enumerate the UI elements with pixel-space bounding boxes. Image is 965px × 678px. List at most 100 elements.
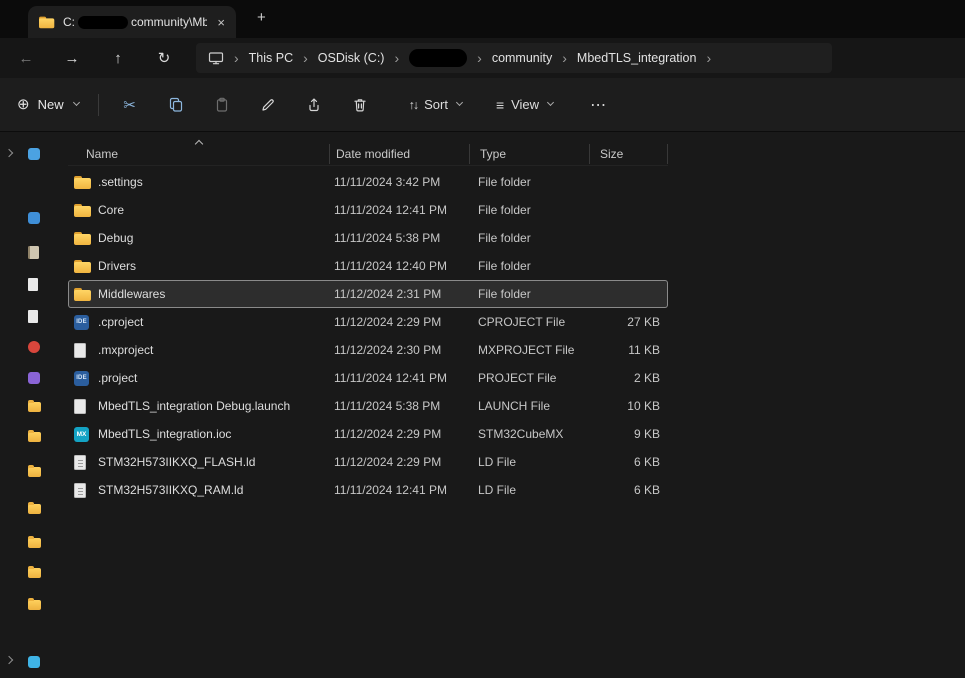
redacted-breadcrumb-segment [409,49,468,67]
column-header-size[interactable]: Size [590,144,668,164]
sort-arrows-icon: ↑↓ [408,97,419,112]
file-type: LD File [478,455,517,469]
view-list-icon: ≡ [495,96,505,113]
expand-chevron-icon[interactable] [4,148,14,158]
file-name: Drivers [98,259,136,273]
folder-icon [74,287,91,301]
app-icon-blue[interactable] [28,148,40,160]
back-button[interactable]: ← [8,42,44,74]
file-date-modified: 11/12/2024 2:31 PM [334,287,442,301]
chevron-right-icon: › [477,50,482,66]
chevron-right-icon: › [706,50,712,66]
new-tab-button[interactable]: + [257,9,266,26]
rename-button[interactable] [245,87,291,123]
file-type: File folder [478,175,531,189]
up-button[interactable]: ↑ [100,42,136,74]
folder-icon[interactable] [28,429,41,442]
file-row-selected[interactable]: Middlewares 11/12/2024 2:31 PM File fold… [68,280,668,308]
sort-button-label: Sort [424,97,448,112]
navigation-pane [0,133,48,678]
file-date-modified: 11/12/2024 2:29 PM [334,455,442,469]
tab-close-icon[interactable]: × [214,15,228,30]
file-name: Debug [98,231,134,245]
file-row[interactable]: .settings 11/11/2024 3:42 PM File folder [68,168,668,196]
ellipsis-icon: ⋯ [590,96,607,114]
file-row[interactable]: STM32H573IIKXQ_RAM.ld 11/11/2024 12:41 P… [68,476,668,504]
file-list-pane: Name Date modified Type Size .settings 1… [48,133,965,678]
file-name: STM32H573IIKXQ_RAM.ld [98,483,244,497]
address-bar[interactable]: › This PC › OSDisk (C:) › › community › … [196,43,832,73]
this-pc-icon [208,50,224,66]
sort-button[interactable]: ↑↓ Sort [397,87,474,123]
chevron-right-icon: › [303,50,308,66]
document-icon[interactable] [28,278,38,291]
notebook-icon[interactable] [28,246,39,259]
view-button[interactable]: ≡ View [484,87,565,123]
paste-button[interactable] [199,87,245,123]
chevron-down-icon [72,98,80,107]
explorer-tab[interactable]: C: community\MbedT × [28,6,236,38]
app-icon-red[interactable] [28,341,40,353]
file-date-modified: 11/11/2024 12:41 PM [334,203,447,217]
file-type: File folder [478,231,531,245]
file-row[interactable]: Core 11/11/2024 12:41 PM File folder [68,196,668,224]
folder-icon[interactable] [28,464,41,477]
file-name: .project [98,371,138,385]
folder-icon[interactable] [28,501,41,514]
breadcrumb-community[interactable]: community [492,51,552,65]
forward-button[interactable]: → [54,42,90,74]
chevron-right-icon: › [394,50,400,66]
file-row[interactable]: Drivers 11/11/2024 12:40 PM File folder [68,252,668,280]
computer-icon[interactable] [28,656,40,668]
file-date-modified: 11/11/2024 5:38 PM [334,399,441,413]
see-more-button[interactable]: ⋯ [575,87,621,123]
ide-file-icon: IDE [74,370,89,386]
file-row[interactable]: MbedTLS_integration Debug.launch 11/11/2… [68,392,668,420]
folder-icon [74,231,91,245]
file-type: PROJECT File [478,371,557,385]
delete-button[interactable] [337,87,383,123]
breadcrumb-current-folder[interactable]: MbedTLS_integration [577,51,697,65]
document-icon[interactable] [28,310,38,323]
column-header-date-modified[interactable]: Date modified [330,144,470,164]
share-button[interactable] [291,87,337,123]
new-button[interactable]: ⊕ New [6,87,90,123]
trash-icon [353,98,366,112]
file-row[interactable]: IDE .project 11/11/2024 12:41 PM PROJECT… [68,364,668,392]
scissors-icon: ✂ [123,96,136,114]
file-row[interactable]: MX MbedTLS_integration.ioc 11/12/2024 2:… [68,420,668,448]
folder-icon[interactable] [28,535,41,548]
column-headers: Name Date modified Type Size [68,139,668,166]
tab-title-prefix: C: [63,15,75,29]
share-icon [308,97,319,111]
file-type: CPROJECT File [478,315,566,329]
app-icon-blue[interactable] [28,212,40,224]
folder-icon[interactable] [28,399,41,412]
file-size: 6 KB [633,483,660,497]
folder-icon[interactable] [28,565,41,578]
expand-chevron-icon[interactable] [4,655,14,665]
folder-icon [74,259,91,273]
file-size: 9 KB [633,427,660,441]
mx-file-icon: MX [74,426,89,442]
folder-icon[interactable] [28,597,41,610]
file-name: STM32H573IIKXQ_FLASH.ld [98,455,256,469]
tab-title-suffix: community\MbedT [131,15,208,29]
breadcrumb-this-pc[interactable]: This PC [249,51,293,65]
breadcrumb-drive[interactable]: OSDisk (C:) [318,51,385,65]
ld-file-icon [74,482,86,498]
file-row[interactable]: STM32H573IIKXQ_FLASH.ld 11/12/2024 2:29 … [68,448,668,476]
file-size: 11 KB [628,343,660,357]
file-type: STM32CubeMX [478,427,564,441]
app-icon-purple[interactable] [28,372,40,384]
file-row[interactable]: IDE .cproject 11/12/2024 2:29 PM CPROJEC… [68,308,668,336]
column-header-type[interactable]: Type [470,144,590,164]
file-row[interactable]: .mxproject 11/12/2024 2:30 PM MXPROJECT … [68,336,668,364]
file-rows: .settings 11/11/2024 3:42 PM File folder… [68,168,668,504]
cut-button[interactable]: ✂ [107,87,153,123]
refresh-button[interactable]: ↻ [146,42,182,74]
file-name: MbedTLS_integration.ioc [98,427,232,441]
file-row[interactable]: Debug 11/11/2024 5:38 PM File folder [68,224,668,252]
file-name: Core [98,203,125,217]
copy-button[interactable] [153,87,199,123]
